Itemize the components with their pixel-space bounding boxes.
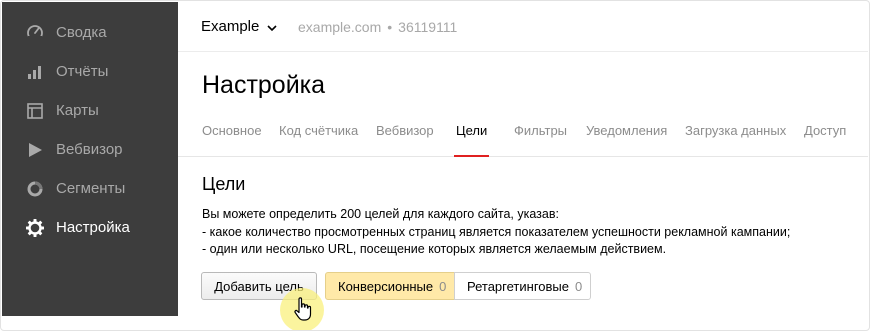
bar-chart-icon bbox=[25, 62, 45, 82]
site-meta: example.com • 36119111 bbox=[298, 19, 457, 35]
description-line: Вы можете определить 200 целей для каждо… bbox=[202, 207, 559, 221]
tab-goals[interactable]: Цели bbox=[453, 123, 490, 157]
play-icon bbox=[25, 140, 45, 160]
page-title: Настройка bbox=[202, 71, 326, 99]
tab-access[interactable]: Доступ bbox=[804, 123, 846, 156]
sidebar-item-segments[interactable]: Сегменты bbox=[2, 169, 178, 208]
site-name: Example bbox=[201, 18, 260, 35]
sidebar-item-label: Сводка bbox=[56, 24, 107, 41]
filter-label: Конверсионные bbox=[338, 278, 434, 294]
tab-counter-code[interactable]: Код счётчика bbox=[279, 123, 358, 156]
description-line: - один или несколько URL, посещение кото… bbox=[202, 242, 667, 256]
tab-webvisor[interactable]: Вебвизор bbox=[376, 123, 434, 156]
sidebar-item-label: Сегменты bbox=[56, 180, 126, 197]
site-domain: example.com bbox=[298, 19, 382, 35]
sidebar-item-label: Отчёты bbox=[56, 63, 109, 80]
filter-retargeting[interactable]: Ретаргетинговые 0 bbox=[454, 272, 591, 300]
site-header: Example example.com • 36119111 bbox=[178, 2, 868, 52]
sidebar-item-settings[interactable]: Настройка bbox=[2, 208, 178, 247]
tab-filters[interactable]: Фильтры bbox=[514, 123, 567, 156]
hand-cursor-icon bbox=[293, 296, 315, 322]
tab-main[interactable]: Основное bbox=[202, 123, 262, 156]
tab-notifications[interactable]: Уведомления bbox=[586, 123, 667, 156]
segments-ring-icon bbox=[25, 179, 45, 199]
sidebar-item-label: Настройка bbox=[56, 219, 130, 236]
filter-count: 0 bbox=[439, 278, 447, 294]
chevron-down-icon bbox=[266, 21, 278, 33]
site-selector[interactable]: Example bbox=[201, 18, 278, 35]
app-window: Сводка Отчёты Карты Вебвизор Сегменты На… bbox=[0, 0, 870, 331]
goals-title: Цели bbox=[202, 174, 246, 194]
filter-count: 0 bbox=[574, 278, 583, 294]
map-layout-icon bbox=[25, 101, 45, 121]
sidebar-item-label: Карты bbox=[56, 102, 99, 119]
sidebar: Сводка Отчёты Карты Вебвизор Сегменты На… bbox=[2, 2, 178, 316]
gauge-icon bbox=[25, 23, 45, 43]
description-line: - какое количество просмотренных страниц… bbox=[202, 224, 791, 239]
sidebar-item-label: Вебвизор bbox=[56, 141, 123, 158]
goals-description: Вы можете определить 200 целей для каждо… bbox=[202, 206, 790, 259]
counter-id: 36119111 bbox=[398, 19, 458, 35]
tab-data-upload[interactable]: Загрузка данных bbox=[685, 123, 786, 156]
sidebar-item-summary[interactable]: Сводка bbox=[2, 13, 178, 52]
filter-conversion[interactable]: Конверсионные 0 bbox=[325, 272, 455, 300]
settings-tabs: Основное Код счётчика Вебвизор Цели Филь… bbox=[178, 111, 868, 157]
sidebar-item-reports[interactable]: Отчёты bbox=[2, 52, 178, 91]
separator: • bbox=[387, 19, 393, 35]
sidebar-item-webvisor[interactable]: Вебвизор bbox=[2, 130, 178, 169]
sidebar-item-maps[interactable]: Карты bbox=[2, 91, 178, 130]
filter-label: Ретаргетинговые bbox=[467, 278, 569, 294]
gear-icon bbox=[25, 218, 45, 238]
